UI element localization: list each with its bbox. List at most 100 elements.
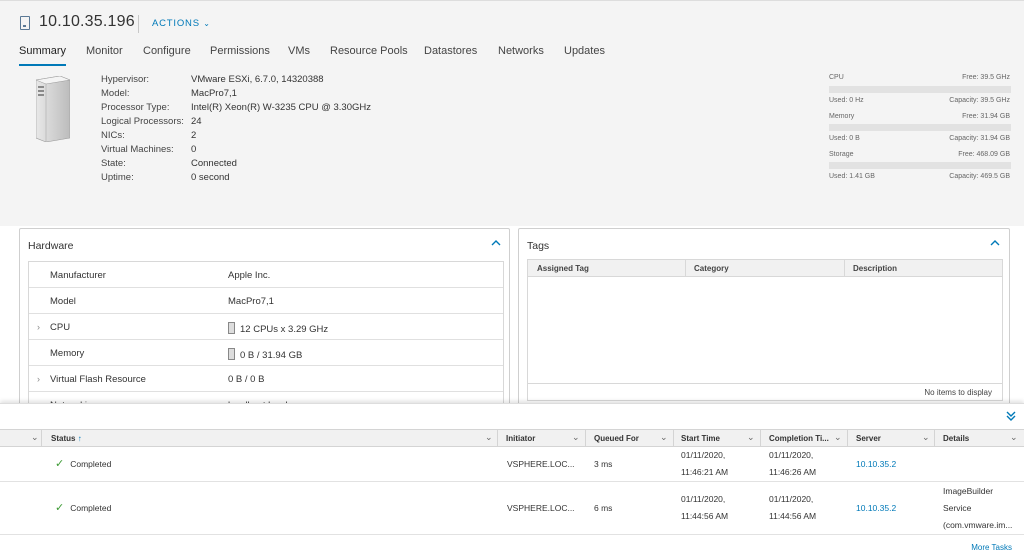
column-assigned-tag[interactable]: Assigned Tag xyxy=(537,264,589,273)
chevron-right-icon[interactable]: › xyxy=(37,374,40,384)
uptime-label: Uptime: xyxy=(101,172,134,183)
tasks-table-header: ⌄ Status ↑ ⌄ Initiator ⌄ Queued For ⌄ St… xyxy=(0,429,1024,447)
column-menu-icon[interactable]: ⌄ xyxy=(660,432,668,443)
actions-menu-button[interactable]: ACTIONS ⌄ xyxy=(152,18,211,29)
column-menu-icon[interactable]: ⌄ xyxy=(922,432,930,443)
memory-value: 0 B / 31.94 GB xyxy=(240,350,303,361)
chevron-up-icon[interactable] xyxy=(990,238,1000,248)
column-status[interactable]: Status ↑ xyxy=(51,434,82,443)
chevron-up-icon[interactable] xyxy=(491,238,501,248)
more-tasks-link[interactable]: More Tasks xyxy=(971,543,1012,552)
chevron-down-icon: ⌄ xyxy=(203,19,211,28)
column-separator xyxy=(934,430,935,446)
chevron-right-icon[interactable]: › xyxy=(37,322,40,332)
queued-cell: 3 ms xyxy=(594,459,613,469)
column-menu-icon[interactable]: ⌄ xyxy=(572,432,580,443)
cpu-value: 12 CPUs x 3.29 GHz xyxy=(240,324,329,335)
title-divider xyxy=(138,15,139,33)
column-menu-icon[interactable]: ⌄ xyxy=(834,432,842,443)
column-status-label: Status xyxy=(51,434,76,443)
tab-bar: Summary Monitor Configure Permissions VM… xyxy=(0,45,1024,67)
storage-free-text: Free: 468.09 GB xyxy=(958,151,1010,158)
status-cell: ✓ Completed xyxy=(55,456,111,473)
task-row[interactable]: ✓ Completed VSPHERE.LOC... 3 ms 01/11/202… xyxy=(0,447,1024,482)
logical-processors-value: 24 xyxy=(191,116,202,127)
column-description[interactable]: Description xyxy=(853,264,897,273)
column-details[interactable]: Details xyxy=(943,434,969,443)
hardware-row-memory: Memory 0 B / 31.94 GB xyxy=(29,340,503,366)
hardware-card: Hardware Manufacturer Apple Inc. Model M… xyxy=(19,228,510,419)
tags-grid-footer: No items to display xyxy=(528,383,1002,400)
tab-networks[interactable]: Networks xyxy=(498,45,544,67)
logical-processors-label: Logical Processors: xyxy=(101,116,184,127)
manufacturer-label: Manufacturer xyxy=(50,270,106,281)
column-menu-icon[interactable]: ⌄ xyxy=(747,432,755,443)
empty-message: No items to display xyxy=(924,388,992,397)
completion-date: 01/11/2020, xyxy=(769,450,814,460)
completion-time-cell: 01/11/2020, 11:44:56 AM xyxy=(769,491,816,525)
tab-resource-pools[interactable]: Resource Pools xyxy=(330,45,408,67)
tab-vms[interactable]: VMs xyxy=(288,45,310,67)
column-server[interactable]: Server xyxy=(856,434,881,443)
memory-used-text: Used: 0 B xyxy=(829,135,860,142)
start-clock: 11:46:21 AM xyxy=(681,467,729,477)
tab-monitor[interactable]: Monitor xyxy=(86,45,123,67)
processor-type-label: Processor Type: xyxy=(101,102,170,113)
column-category[interactable]: Category xyxy=(694,264,729,273)
tab-datastores[interactable]: Datastores xyxy=(424,45,477,67)
column-completion-time[interactable]: Completion Ti... xyxy=(769,434,829,443)
cpu-usage-bar xyxy=(829,86,1011,93)
column-separator xyxy=(41,430,42,446)
tab-permissions[interactable]: Permissions xyxy=(210,45,270,67)
model-label: Model: xyxy=(101,88,130,99)
column-queued-for[interactable]: Queued For xyxy=(594,434,639,443)
start-time-cell: 01/11/2020, 11:44:56 AM xyxy=(681,491,728,525)
server-link[interactable]: 10.10.35.2 xyxy=(856,500,896,517)
column-menu-icon[interactable]: ⌄ xyxy=(31,432,39,443)
memory-label: Memory xyxy=(50,348,85,359)
column-menu-icon[interactable]: ⌄ xyxy=(1010,432,1018,443)
storage-meter-title: Storage xyxy=(829,151,854,158)
hardware-row-cpu[interactable]: › CPU 12 CPUs x 3.29 GHz xyxy=(29,314,503,340)
tags-grid-header: Assigned Tag Category Description xyxy=(528,260,1002,277)
column-separator xyxy=(844,260,845,277)
hardware-row-manufacturer: Manufacturer Apple Inc. xyxy=(29,262,503,288)
tab-configure[interactable]: Configure xyxy=(143,45,191,67)
hardware-row-virtual-flash[interactable]: › Virtual Flash Resource 0 B / 0 B xyxy=(29,366,503,392)
virtual-flash-value: 0 B / 0 B xyxy=(228,374,265,385)
status-text: Completed xyxy=(70,503,112,513)
state-value: Connected xyxy=(191,158,237,169)
double-chevron-down-icon[interactable] xyxy=(1005,410,1017,422)
memory-bar-icon xyxy=(228,348,235,360)
status-cell: ✓ Completed xyxy=(55,500,111,517)
tab-summary[interactable]: Summary xyxy=(19,45,67,67)
memory-free-text: Free: 31.94 GB xyxy=(962,113,1010,120)
hardware-card-title: Hardware xyxy=(28,240,74,252)
cpu-capacity-text: Capacity: 39.5 GHz xyxy=(949,97,1010,104)
column-separator xyxy=(673,430,674,446)
status-text: Completed xyxy=(70,459,112,469)
server-link[interactable]: 10.10.35.2 xyxy=(856,456,896,473)
tags-grid: Assigned Tag Category Description No ite… xyxy=(527,259,1003,401)
task-row[interactable]: ✓ Completed VSPHERE.LOC... 6 ms 01/11/202… xyxy=(0,483,1024,535)
column-menu-icon[interactable]: ⌄ xyxy=(485,432,493,443)
tab-updates[interactable]: Updates xyxy=(564,45,605,67)
cpu-bar-icon xyxy=(228,322,235,334)
storage-capacity-text: Capacity: 469.5 GB xyxy=(949,173,1010,180)
hardware-table: Manufacturer Apple Inc. Model MacPro7,1 … xyxy=(28,261,504,419)
column-separator xyxy=(497,430,498,446)
host-title: 10.10.35.196 xyxy=(39,13,135,30)
uptime-value: 0 second xyxy=(191,172,230,183)
virtual-machines-label: Virtual Machines: xyxy=(101,144,174,155)
completion-date: 01/11/2020, xyxy=(769,494,814,504)
memory-usage-bar xyxy=(829,124,1011,131)
column-start-time[interactable]: Start Time xyxy=(681,434,720,443)
start-date: 01/11/2020, xyxy=(681,450,726,460)
object-header: 10.10.35.196 ACTIONS ⌄ Summary Monitor C… xyxy=(0,0,1024,67)
virtual-flash-label: Virtual Flash Resource xyxy=(50,374,146,385)
details-line: (com.vmware.im... xyxy=(943,520,1013,530)
column-initiator[interactable]: Initiator xyxy=(506,434,535,443)
column-separator xyxy=(685,260,686,277)
processor-type-value: Intel(R) Xeon(R) W-3235 CPU @ 3.30GHz xyxy=(191,102,371,113)
tags-card: Tags Assigned Tag Category Description N… xyxy=(518,228,1010,408)
